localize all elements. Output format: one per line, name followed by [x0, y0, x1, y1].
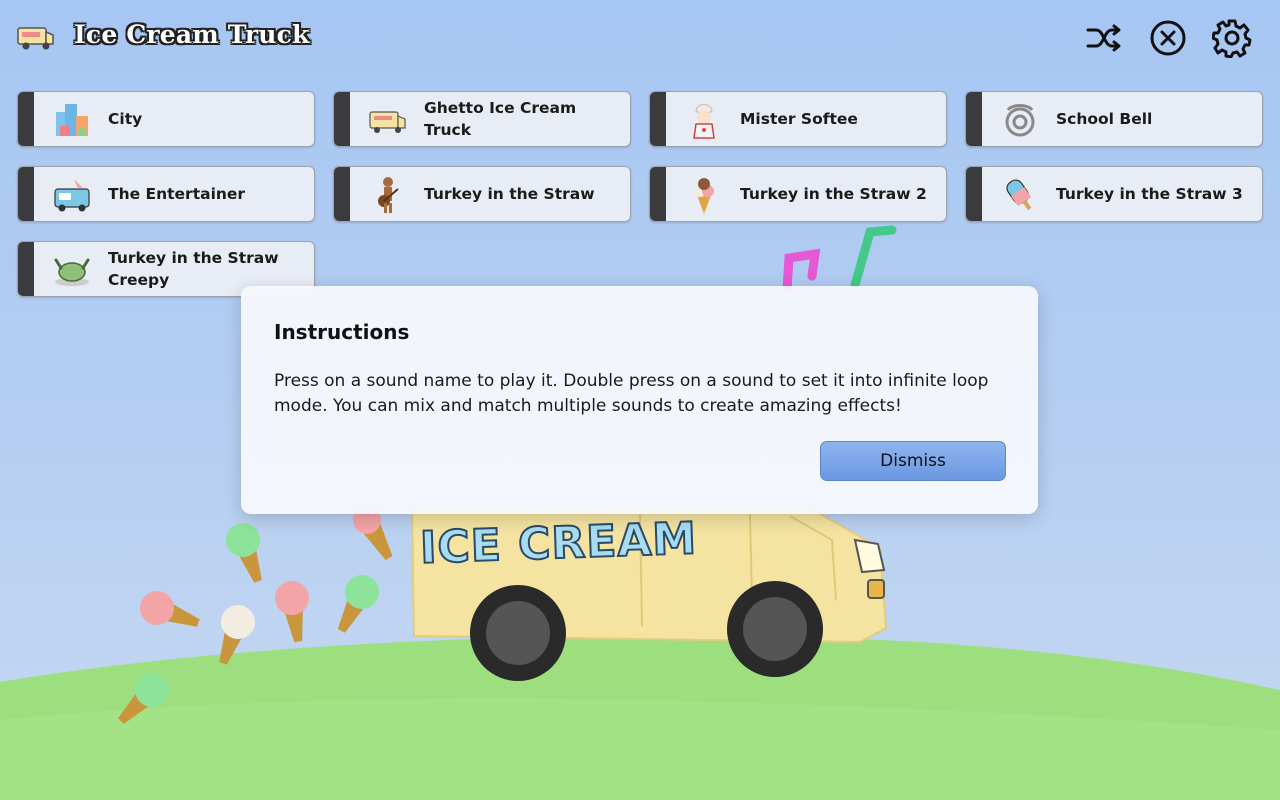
- roast-turkey-icon: [54, 258, 90, 286]
- truck-logo-icon: [17, 27, 54, 50]
- sound-button-ghetto-ice-cream-truck[interactable]: Ghetto Ice Cream Truck: [333, 91, 631, 147]
- sound-label: City: [108, 110, 143, 128]
- dismiss-button[interactable]: Dismiss: [820, 441, 1006, 481]
- truck-icon: [369, 111, 406, 133]
- sound-label: The Entertainer: [108, 185, 246, 203]
- sound-label: Turkey in the Straw 2: [740, 185, 927, 203]
- tile-strip: [18, 242, 34, 296]
- dialog-title: Instructions: [274, 320, 410, 344]
- tile-strip: [966, 92, 982, 146]
- sound-button-city[interactable]: City: [17, 91, 315, 147]
- stop-all-icon[interactable]: [1148, 18, 1188, 58]
- sound-label: Turkey in the Straw Creepy: [108, 249, 279, 289]
- instructions-dialog: Instructions Press on a sound name to pl…: [241, 286, 1038, 514]
- mister-softee-icon: [693, 104, 715, 139]
- sound-button-mister-softee[interactable]: Mister Softee: [649, 91, 947, 147]
- sound-label: Ghetto Ice Cream Truck: [424, 99, 577, 139]
- truck-sign: ICE CREAM: [418, 512, 699, 575]
- sound-label: Turkey in the Straw: [424, 185, 595, 203]
- guitarist-icon: [378, 177, 399, 213]
- tile-strip: [334, 167, 350, 221]
- tile-strip: [334, 92, 350, 146]
- app-title: Ice Cream Truck: [74, 20, 310, 49]
- tile-strip: [18, 92, 34, 146]
- sound-button-turkey-in-the-straw-3[interactable]: Turkey in the Straw 3: [965, 166, 1263, 222]
- gear-icon[interactable]: [1212, 18, 1252, 58]
- bell-icon: [1005, 104, 1035, 137]
- tile-strip: [18, 167, 34, 221]
- sound-label: Turkey in the Straw 3: [1056, 185, 1243, 203]
- sound-button-school-bell[interactable]: School Bell: [965, 91, 1263, 147]
- sound-button-turkey-in-the-straw[interactable]: Turkey in the Straw: [333, 166, 631, 222]
- ice-cream-cone-icon: [694, 178, 714, 214]
- tile-strip: [966, 167, 982, 221]
- tile-strip: [650, 167, 666, 221]
- music-notes: [782, 225, 897, 295]
- popsicle-icon: [1006, 179, 1032, 211]
- food-truck-icon: [54, 179, 90, 212]
- city-icon: [56, 104, 88, 136]
- sound-button-turkey-in-the-straw-2[interactable]: Turkey in the Straw 2: [649, 166, 947, 222]
- tile-strip: [650, 92, 666, 146]
- shuffle-icon[interactable]: [1084, 18, 1124, 58]
- sound-label: Mister Softee: [740, 110, 858, 128]
- dialog-body: Press on a sound name to play it. Double…: [274, 371, 989, 416]
- app-header: Ice Cream Truck: [0, 0, 1280, 80]
- sound-button-the-entertainer[interactable]: The Entertainer: [17, 166, 315, 222]
- sound-label: School Bell: [1056, 110, 1153, 128]
